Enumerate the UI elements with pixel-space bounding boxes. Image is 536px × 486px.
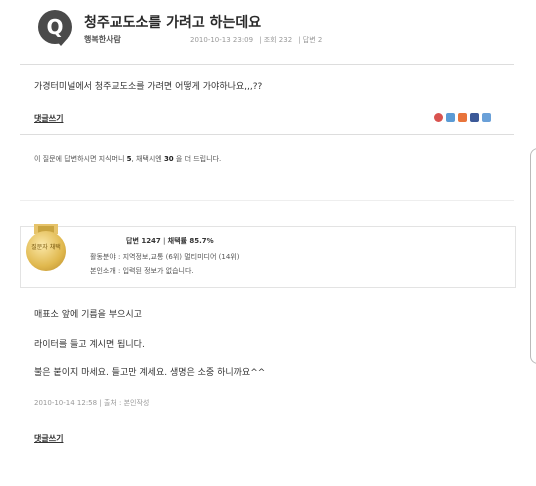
question-text: 가경터미널에서 청주교도소를 가려면 어떻게 가야하나요,,,?? (34, 82, 263, 92)
share-icon-3[interactable] (458, 113, 467, 122)
answer-line-2: 라이터를 들고 계시면 됩니다. (34, 340, 145, 350)
question-title[interactable]: 청주교도소를 가려고 하는데요 (84, 12, 261, 32)
side-panel-edge (530, 148, 536, 364)
share-icon-1[interactable] (434, 113, 443, 122)
share-icon-4[interactable] (470, 113, 479, 122)
answerer-intro: 본인소개 : 입력된 정보가 없습니다. (90, 267, 194, 275)
answer-meta: 2010-10-14 12:58 | 출처 : 본인작성 (34, 399, 150, 407)
answerer-field: 활동분야 : 지역정보,교통 (6위) 멀티미디어 (14위) (90, 253, 240, 261)
answer-notice: 이 질문에 답변하시면 지식머니 5, 채택시엔 30 을 더 드립니다. (34, 155, 222, 163)
answer-source: 출처 : 본인작성 (103, 399, 150, 407)
question-answer-count: 답변 2 (302, 36, 323, 44)
answer-line-1: 매표소 앞에 기름을 부으시고 (34, 310, 142, 320)
share-icons (434, 111, 514, 125)
share-icon-5[interactable] (482, 113, 491, 122)
adopted-medal-icon: 질문자 채택 (26, 231, 66, 271)
question-date: 2010-10-13 23:09 (190, 36, 254, 44)
question-views: 조회 232 (263, 36, 293, 44)
answerer-stats: 답변 1247 | 채택률 85.7% (126, 237, 214, 245)
answer-divider (20, 200, 514, 201)
question-icon-tail (54, 38, 68, 46)
answer-date: 2010-10-14 12:58 (34, 399, 98, 407)
reply-link-answer[interactable]: 댓글쓰기 (34, 433, 63, 444)
header-divider (20, 64, 514, 65)
question-meta: 2010-10-13 23:09 | 조회 232 | 답변 2 (190, 36, 323, 44)
share-icon-2[interactable] (446, 113, 455, 122)
answer-line-3: 불은 붙이지 마세요. 들고만 계세요. 생명은 소중 하니까요^^ (34, 368, 266, 378)
question-divider (20, 134, 514, 135)
question-author[interactable]: 행복한사람 (84, 34, 121, 45)
reply-link-question[interactable]: 댓글쓰기 (34, 113, 63, 124)
